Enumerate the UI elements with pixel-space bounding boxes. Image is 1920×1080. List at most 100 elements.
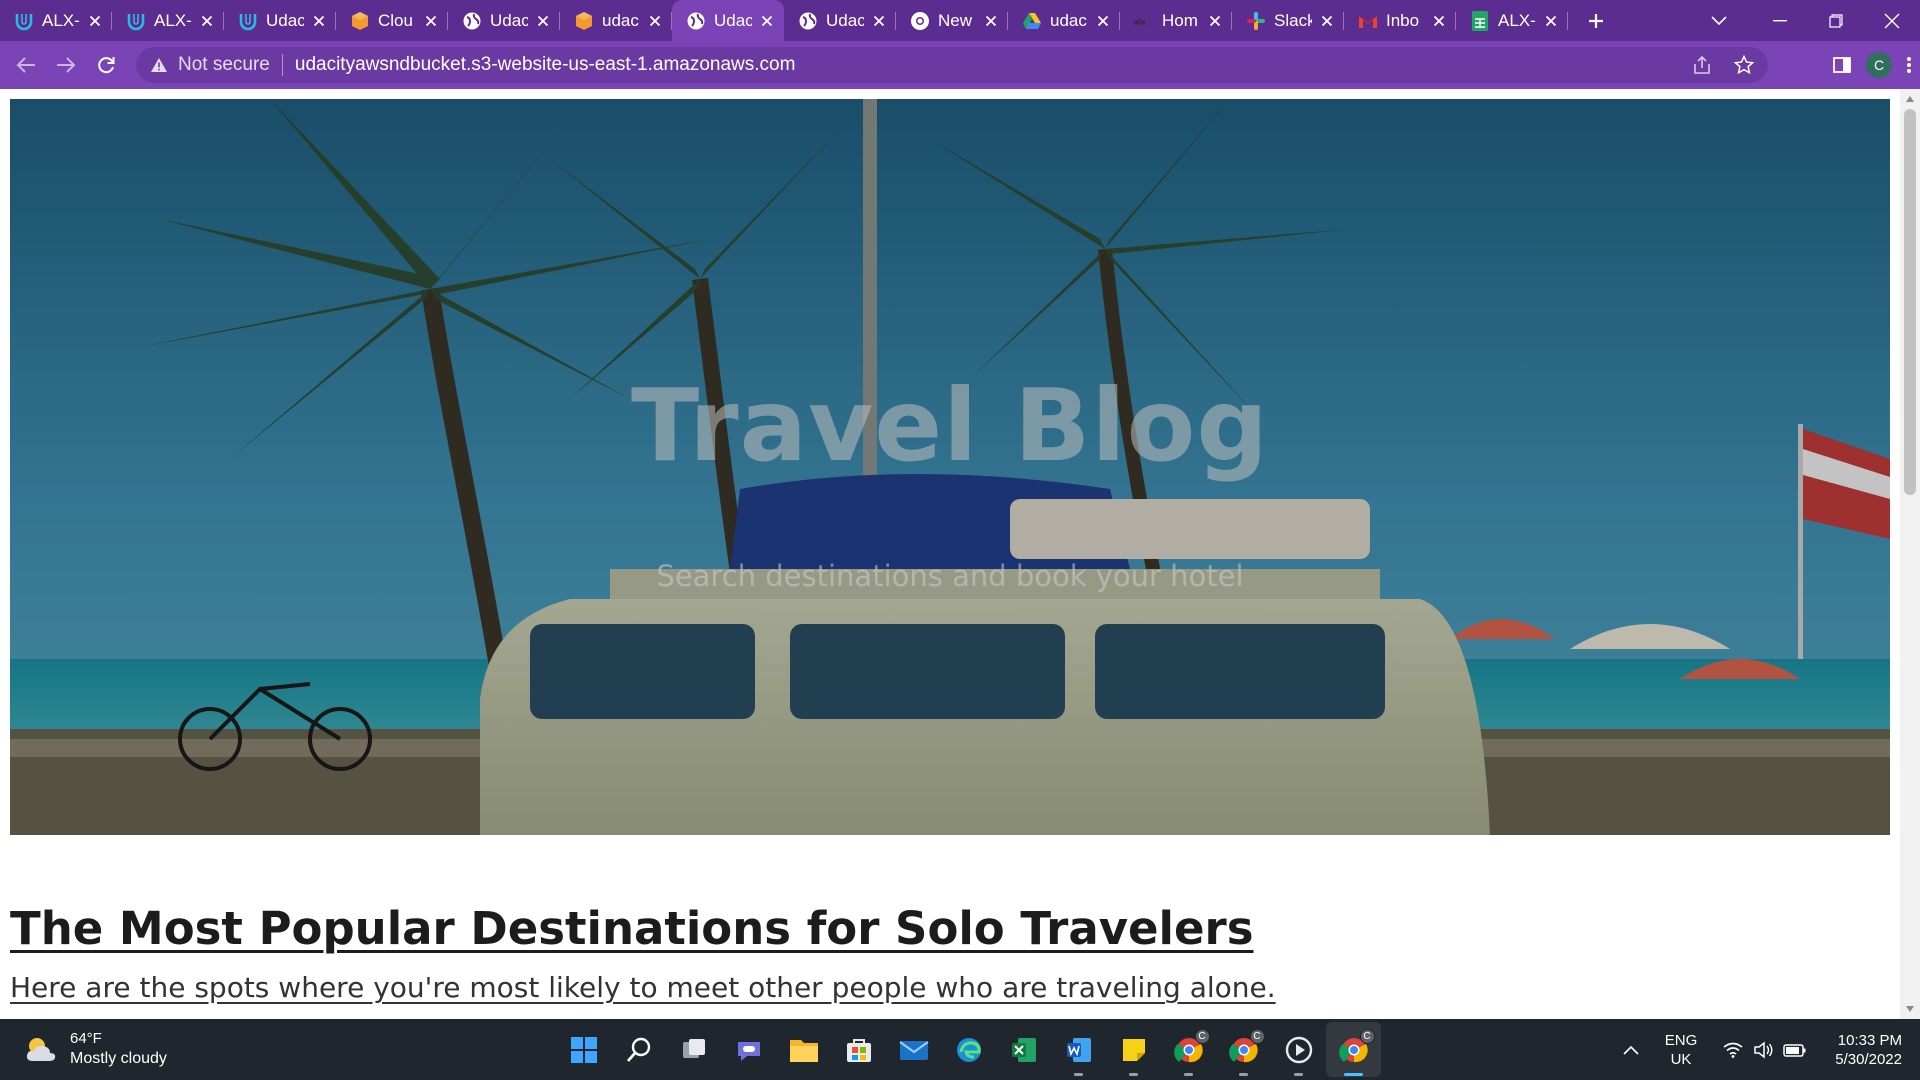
browser-tab[interactable]: ALX- <box>1456 0 1568 41</box>
browser-tab[interactable]: udac <box>560 0 672 41</box>
scroll-thumb[interactable] <box>1904 109 1916 495</box>
wifi-icon[interactable] <box>1723 1042 1743 1058</box>
tab-close-button[interactable] <box>646 12 664 30</box>
browser-tab[interactable]: Udac <box>448 0 560 41</box>
tab-title: Inbo <box>1386 10 1420 30</box>
tab-close-button[interactable] <box>758 12 776 30</box>
tab-close-button[interactable] <box>1094 12 1112 30</box>
article-title-link[interactable]: The Most Popular Destinations for Solo T… <box>10 902 1253 955</box>
browser-tab[interactable]: Clou <box>336 0 448 41</box>
taskbar-app-excel[interactable] <box>996 1022 1051 1077</box>
tab-close-button[interactable] <box>1542 12 1560 30</box>
tab-close-button[interactable] <box>310 12 328 30</box>
taskbar-app-teams-chat[interactable] <box>721 1022 776 1077</box>
tab-close-button[interactable] <box>1318 12 1336 30</box>
tab-close-button[interactable] <box>422 12 440 30</box>
taskbar-app-chrome-profile[interactable]: C <box>1326 1022 1381 1077</box>
tab-search-button[interactable] <box>1704 8 1734 34</box>
browser-tab[interactable]: udac <box>1008 0 1120 41</box>
hero-subtitle: Search destinations and book your hotel <box>656 559 1244 593</box>
volume-icon[interactable] <box>1753 1040 1775 1059</box>
tab-close-button[interactable] <box>870 12 888 30</box>
forward-button[interactable] <box>46 45 86 85</box>
chevron-down-icon <box>1711 16 1727 26</box>
more-vertical-icon[interactable] <box>1906 55 1912 75</box>
page-scrollbar[interactable] <box>1900 89 1920 1019</box>
tab-title: udac <box>1050 10 1087 30</box>
browser-tab[interactable]: ALX- <box>112 0 224 41</box>
close-window-button[interactable] <box>1864 0 1920 41</box>
address-bar[interactable]: Not secure udacityawsndbucket.s3-website… <box>136 47 1768 83</box>
weather-widget[interactable]: 64°F Mostly cloudy <box>24 1029 167 1069</box>
browser-tab[interactable]: alx Hom <box>1120 0 1232 41</box>
reload-button[interactable] <box>86 45 126 85</box>
taskbar-app-edge[interactable] <box>941 1022 996 1077</box>
omnibox-actions <box>1692 47 1754 83</box>
browser-tab[interactable]: New <box>896 0 1008 41</box>
bookmark-star-icon[interactable] <box>1734 55 1754 75</box>
media-player-icon <box>1285 1036 1313 1064</box>
battery-icon[interactable] <box>1783 1042 1807 1058</box>
side-panel-icon[interactable] <box>1832 55 1852 75</box>
tab-close-button[interactable] <box>1430 12 1448 30</box>
restore-button[interactable] <box>1808 0 1864 41</box>
back-button[interactable] <box>6 45 46 85</box>
tab-title: ALX- <box>1498 10 1536 30</box>
excel-icon <box>1010 1036 1038 1064</box>
close-icon <box>425 15 437 26</box>
browser-tab[interactable]: Inbo <box>1344 0 1456 41</box>
url-text[interactable]: udacityawsndbucket.s3-website-us-east-1.… <box>295 54 796 76</box>
new-tab-button[interactable] <box>1574 0 1618 41</box>
clock[interactable]: 10:33 PM 5/30/2022 <box>1835 1031 1902 1069</box>
warning-triangle-icon <box>151 58 167 72</box>
tab-close-button[interactable] <box>534 12 552 30</box>
browser-tab[interactable]: Slack <box>1232 0 1344 41</box>
weather-temperature: 64°F <box>70 1030 102 1047</box>
taskbar-app-chrome-profile[interactable]: C <box>1161 1022 1216 1077</box>
window-controls <box>1752 0 1920 41</box>
file-explorer-icon <box>789 1037 819 1063</box>
browser-tab[interactable]: Udac <box>784 0 896 41</box>
browser-tab[interactable]: Udac <box>224 0 336 41</box>
tab-close-button[interactable] <box>1206 12 1224 30</box>
windows-taskbar: 64°F Mostly cloudy C C C ENG UK 10:33 PM 5… <box>0 1019 1920 1080</box>
taskbar-app-file-explorer[interactable] <box>776 1022 831 1077</box>
minimize-button[interactable] <box>1752 0 1808 41</box>
google-drive-icon <box>1022 11 1042 31</box>
tab-close-button[interactable] <box>982 12 1000 30</box>
profile-avatar[interactable]: C <box>1866 52 1892 78</box>
taskbar-app-media-player[interactable] <box>1271 1022 1326 1077</box>
minimize-icon <box>1773 19 1787 21</box>
tab-title: Hom <box>1162 10 1198 30</box>
gmail-icon <box>1358 11 1378 31</box>
running-indicator <box>1184 1073 1193 1076</box>
chrome-profile-icon: C <box>1173 1028 1210 1065</box>
taskbar-app-search[interactable] <box>611 1022 666 1077</box>
taskbar-app-mail[interactable] <box>886 1022 941 1077</box>
input-language[interactable]: ENG UK <box>1665 1031 1698 1069</box>
scroll-up-arrow[interactable] <box>1904 93 1916 105</box>
close-icon <box>649 15 661 26</box>
chevron-up-icon[interactable] <box>1623 1045 1639 1055</box>
browser-tab-active[interactable]: Udac <box>672 0 784 41</box>
tab-close-button[interactable] <box>86 12 104 30</box>
running-indicator <box>1344 1073 1363 1076</box>
close-icon <box>985 15 997 26</box>
plus-icon <box>1589 13 1603 28</box>
globe-icon <box>798 11 818 31</box>
caret-up-icon <box>1906 96 1914 102</box>
tab-close-button[interactable] <box>198 12 216 30</box>
taskbar-app-microsoft-store[interactable] <box>831 1022 886 1077</box>
security-indicator[interactable]: Not secure <box>150 54 270 76</box>
taskbar-app-chrome-profile[interactable]: C <box>1216 1022 1271 1077</box>
taskbar-app-word[interactable] <box>1051 1022 1106 1077</box>
close-icon <box>1209 15 1221 26</box>
taskbar-app-windows-start[interactable] <box>556 1022 611 1077</box>
taskbar-app-task-view[interactable] <box>666 1022 721 1077</box>
close-icon <box>201 15 213 26</box>
taskbar-app-sticky-notes[interactable] <box>1106 1022 1161 1077</box>
scroll-down-arrow[interactable] <box>1904 1003 1916 1015</box>
browser-tab[interactable]: ALX- <box>0 0 112 41</box>
share-icon[interactable] <box>1692 55 1712 75</box>
article-subtitle-link[interactable]: Here are the spots where you're most lik… <box>10 971 1276 1004</box>
